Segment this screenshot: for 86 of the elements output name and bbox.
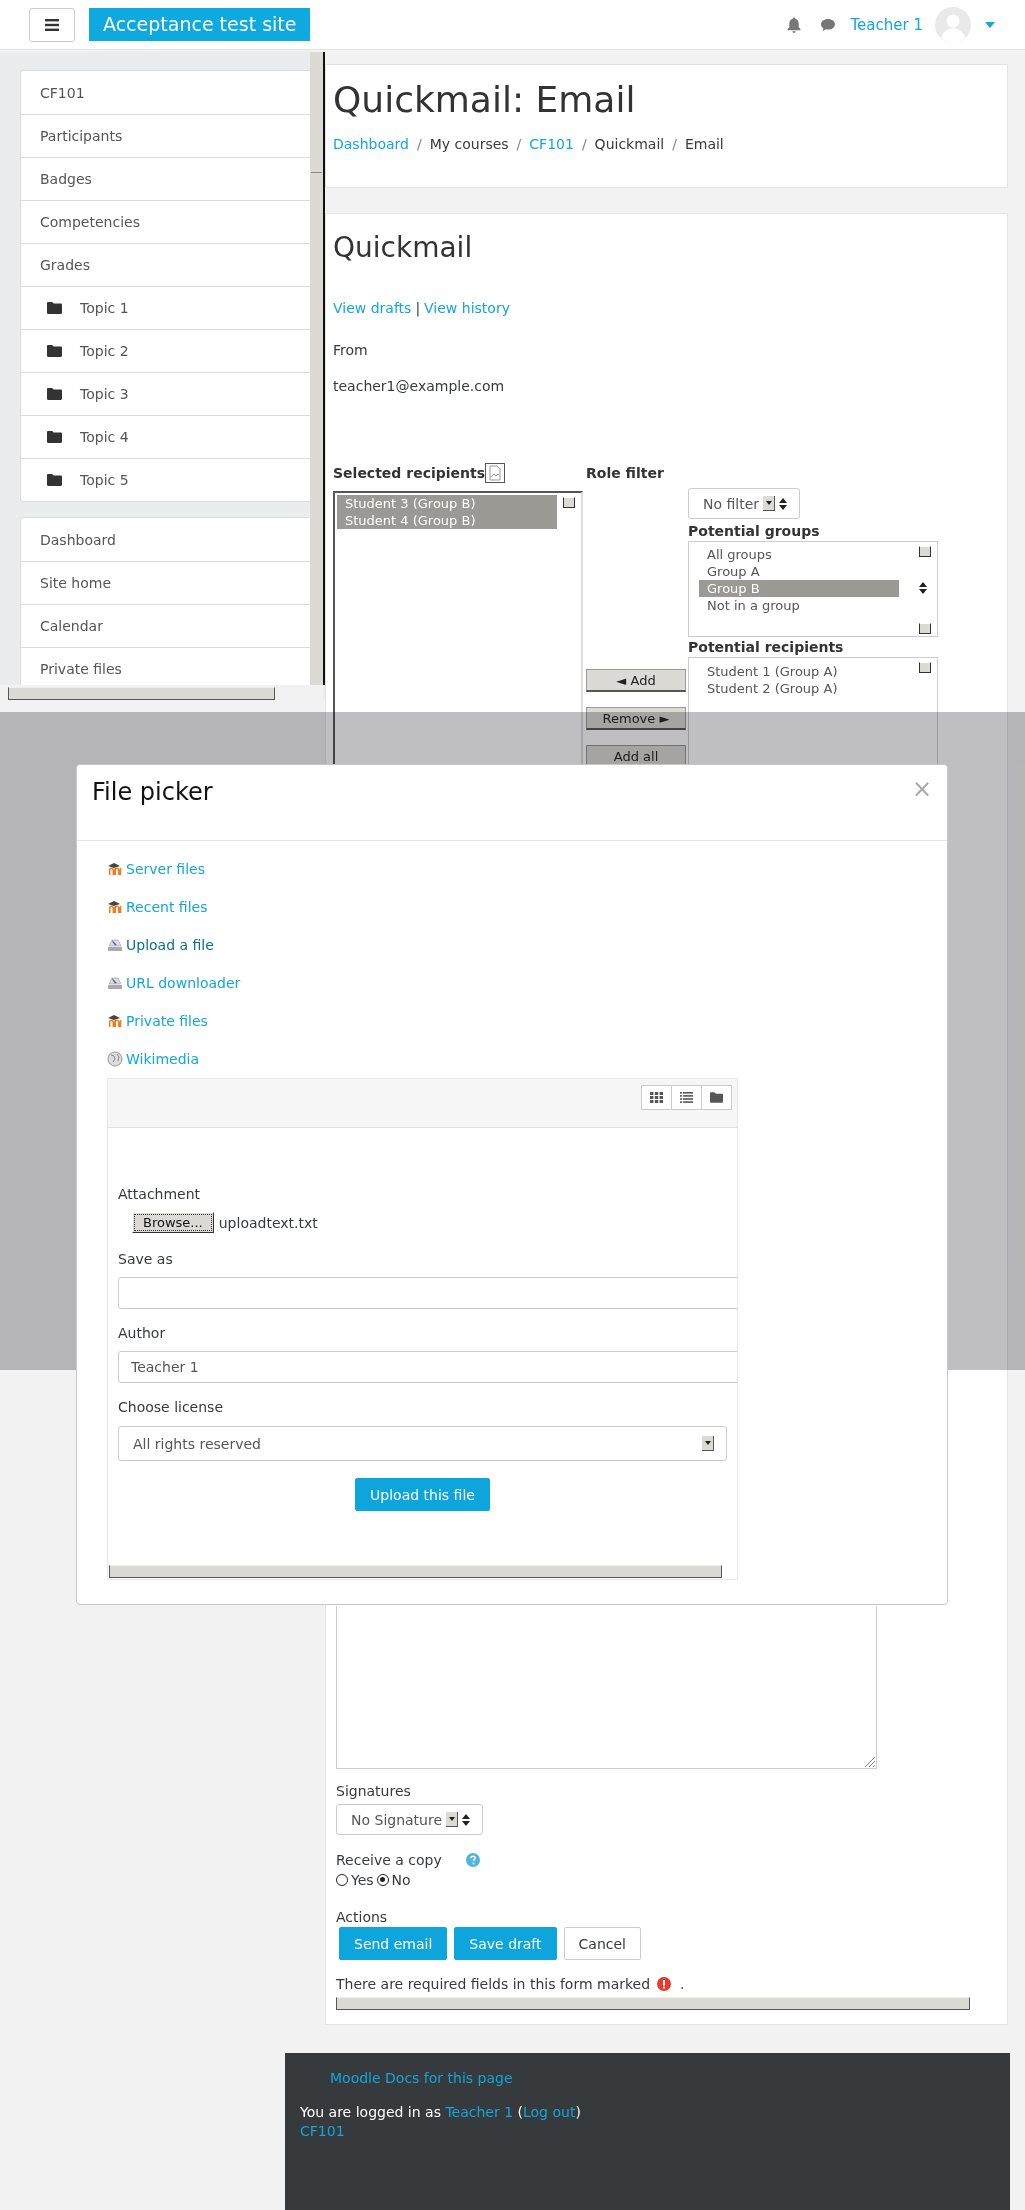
attachment-label: Attachment: [118, 1185, 202, 1204]
sort-icon: [462, 1813, 471, 1826]
menu-icon: [45, 18, 59, 31]
license-label: Choose license: [118, 1398, 224, 1417]
horizontal-scrollbar[interactable]: [0, 685, 323, 700]
login-info: You are logged in as Teacher 1 (Log out): [300, 2103, 581, 2122]
selected-recipients-label: Selected recipients: [333, 464, 486, 483]
login-link[interactable]: Teacher 1: [445, 2104, 514, 2120]
graduation-cap-icon: [107, 1014, 123, 1028]
folder-icon: [710, 1092, 723, 1103]
save-as-field[interactable]: [118, 1277, 737, 1309]
menu-button[interactable]: [29, 7, 75, 42]
page-title: Quickmail: Email: [333, 78, 637, 122]
author-label: Author: [118, 1324, 167, 1343]
chat-icon[interactable]: [819, 17, 836, 32]
icon-view-button[interactable]: [641, 1085, 672, 1110]
bell-icon[interactable]: [786, 16, 801, 33]
folder-icon: [47, 302, 62, 314]
resize-handle-icon[interactable]: [863, 1755, 875, 1767]
potential-groups-label: Potential groups: [688, 522, 821, 541]
group-option[interactable]: Group A: [699, 563, 899, 580]
docs-link[interactable]: Moodle Docs for this page: [330, 2068, 513, 2088]
breadcrumb-separator: /: [416, 136, 422, 152]
graduation-cap-icon: [107, 862, 123, 876]
group-option[interactable]: Not in a group: [699, 597, 899, 614]
image-icon[interactable]: [485, 463, 506, 483]
period-text: .: [680, 1976, 685, 1992]
folder-icon: [47, 474, 62, 486]
move-button[interactable]: ◄ Add: [586, 669, 686, 692]
repository-link[interactable]: Upload a file: [107, 935, 947, 955]
folder-icon: [47, 345, 62, 357]
receive-copy-label: Receive a copy: [336, 1851, 442, 1870]
upload-icon: [107, 938, 123, 952]
list-icon: [680, 1092, 693, 1103]
radio-option[interactable]: No: [376, 1872, 411, 1888]
breadcrumb-separator: /: [581, 136, 587, 152]
sort-icon: [919, 582, 927, 594]
sort-icon: [779, 497, 788, 510]
from-label: From: [333, 341, 369, 360]
upload-icon: [107, 976, 123, 990]
breadcrumb-item: Quickmail: [594, 136, 665, 152]
login-link[interactable]: Log out: [523, 2104, 576, 2120]
graduation-cap-icon: [107, 900, 123, 914]
list-view-button[interactable]: [671, 1085, 702, 1110]
vertical-scrollbar[interactable]: [310, 52, 325, 685]
move-button[interactable]: Remove ►: [586, 707, 686, 730]
actions-label: Actions: [336, 1908, 389, 1927]
breadcrumb-separator: /: [516, 136, 522, 152]
from-email: teacher1@example.com: [333, 377, 506, 396]
dialog-title: File picker: [92, 777, 213, 807]
folder-icon: [47, 388, 62, 400]
sidebar-item[interactable]: Dashboard: [21, 518, 310, 561]
required-note: There are required fields in this form marked: [336, 1976, 651, 1992]
folder-icon: [47, 431, 62, 443]
potential-groups-list[interactable]: All groups Group A Group B Not in a group: [688, 541, 938, 637]
file-name: uploadtext.txt: [218, 1214, 318, 1231]
link-separator: |: [415, 299, 421, 318]
recipient-option[interactable]: Student 1 (Group A): [699, 663, 919, 680]
action-button[interactable]: Cancel: [563, 1927, 641, 1960]
sidebar-item[interactable]: CF101: [21, 71, 310, 114]
scroll-up-icon[interactable]: [563, 497, 575, 508]
license-select[interactable]: All rights reserved: [118, 1426, 727, 1461]
group-option[interactable]: All groups: [699, 546, 899, 563]
breadcrumb-separator: /: [672, 136, 677, 152]
required-icon: [657, 1977, 672, 1991]
signature-select[interactable]: No Signature: [336, 1804, 484, 1835]
role-filter-select[interactable]: No filter: [688, 488, 801, 519]
radio-option[interactable]: Yes: [336, 1872, 374, 1888]
role-filter-label: Role filter: [586, 464, 665, 483]
scroll-down-icon[interactable]: [919, 623, 931, 634]
scroll-up-icon[interactable]: [919, 546, 931, 557]
caret-icon[interactable]: [985, 21, 995, 28]
course-link[interactable]: CF101: [300, 2123, 345, 2139]
section-title: Quickmail: [333, 231, 474, 265]
browse-button[interactable]: Browse...: [132, 1212, 214, 1233]
signatures-label: Signatures: [336, 1782, 412, 1801]
potential-recipients-label: Potential recipients: [688, 638, 845, 657]
tree-view-button[interactable]: [701, 1085, 732, 1110]
grid-icon: [650, 1092, 663, 1103]
breadcrumb-item: Email: [684, 136, 724, 152]
scroll-up-icon[interactable]: [919, 662, 931, 673]
save-as-label: Save as: [118, 1250, 174, 1269]
author-field[interactable]: Teacher 1: [118, 1351, 737, 1383]
breadcrumb-item: My courses: [429, 136, 509, 152]
globe-icon: [107, 1051, 123, 1067]
recipient-option[interactable]: Student 2 (Group A): [699, 680, 919, 697]
